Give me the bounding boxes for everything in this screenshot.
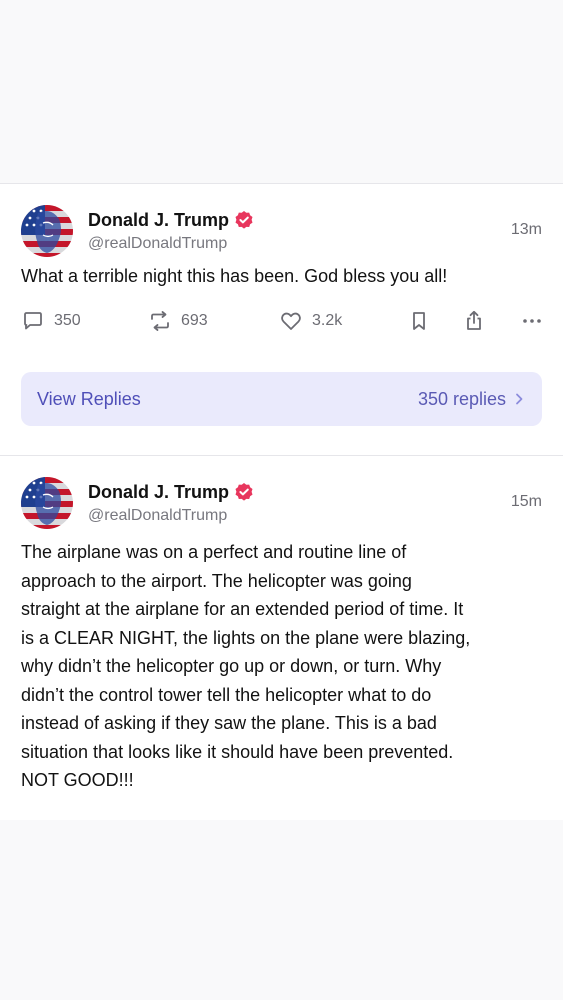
post[interactable]: Donald J. Trump @realDonaldTrump 13m Wha… (0, 183, 563, 455)
avatar-flag-portrait-image (21, 477, 73, 529)
avatar[interactable] (21, 205, 73, 257)
retruth-count: 693 (181, 311, 208, 329)
post[interactable]: Donald J. Trump @realDonaldTrump 15m The… (0, 455, 563, 820)
post-timestamp[interactable]: 13m (511, 221, 542, 239)
speech-bubble-icon (24, 311, 42, 329)
post-header: Donald J. Trump @realDonaldTrump 15m (21, 456, 542, 538)
post-text-line: why didn’t the helicopter go up or down,… (21, 656, 442, 676)
author-name[interactable]: Donald J. Trump (88, 210, 229, 231)
share-button[interactable] (462, 309, 486, 333)
author-name[interactable]: Donald J. Trump (88, 482, 229, 503)
view-replies-label: View Replies (37, 388, 141, 409)
author-name-row: Donald J. Trump (88, 208, 254, 232)
like-button[interactable]: 3.2k (279, 309, 342, 333)
heart-icon (281, 312, 301, 330)
post-header: Donald J. Trump @realDonaldTrump 13m (21, 184, 542, 266)
bookmark-icon (413, 311, 425, 330)
feed: Donald J. Trump @realDonaldTrump 13m Wha… (0, 183, 563, 820)
verified-badge-icon (234, 482, 254, 502)
post-actions: 350 693 3.2k (21, 309, 542, 353)
more-button[interactable] (520, 309, 544, 333)
retruth-button[interactable]: 693 (148, 309, 208, 333)
retruth-arrows-icon (151, 310, 169, 331)
avatar[interactable] (21, 477, 73, 529)
share-icon (467, 310, 481, 330)
verified-badge-icon (234, 210, 254, 230)
bookmark-button[interactable] (407, 309, 431, 333)
post-text-line: The airplane was on a perfect and routin… (21, 542, 407, 562)
post-text-line: didn’t the control tower tell the helico… (21, 684, 432, 705)
reply-count-link: 350 replies (418, 389, 526, 410)
author-block: Donald J. Trump @realDonaldTrump (88, 480, 254, 525)
more-dots-icon (523, 318, 541, 323)
replies-count-label: 350 replies (417, 388, 506, 409)
like-count: 3.2k (312, 311, 343, 329)
post-text-line: situation that looks like it should have… (21, 741, 454, 762)
post-text-line: approach to the airport. The helicopter … (21, 570, 412, 591)
post-text: The airplane was on a perfect and routin… (21, 538, 542, 795)
chevron-right-icon (516, 393, 523, 405)
post-text-line: NOT GOOD!!! (21, 770, 134, 790)
post-text-line: is a CLEAR NIGHT, the lights on the plan… (21, 627, 471, 648)
author-handle[interactable]: @realDonaldTrump (88, 507, 254, 525)
reply-button[interactable]: 350 (21, 309, 81, 333)
author-block: Donald J. Trump @realDonaldTrump (88, 208, 254, 253)
post-text-line: instead of asking if they saw the plane.… (21, 713, 437, 733)
post-text: What a terrible night this has been. God… (21, 266, 448, 286)
author-name-row: Donald J. Trump (88, 480, 254, 504)
avatar-flag-portrait-image (21, 205, 73, 257)
author-handle[interactable]: @realDonaldTrump (88, 235, 254, 253)
view-replies-button[interactable]: View Replies 350 replies (21, 372, 542, 426)
post-text-line: straight at the airplane for an extended… (21, 599, 464, 619)
post-timestamp[interactable]: 15m (511, 493, 542, 511)
reply-count: 350 (54, 311, 81, 329)
